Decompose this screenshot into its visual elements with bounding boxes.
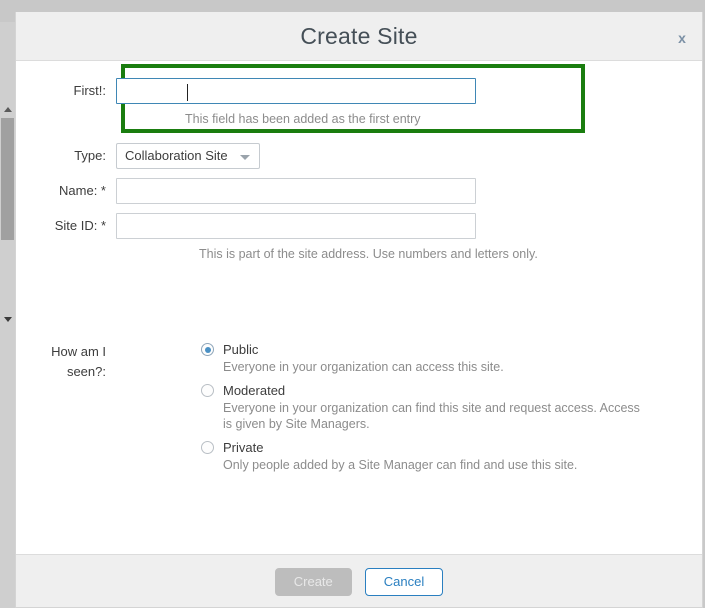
field-row-type: Type: Collaboration Site	[16, 143, 260, 169]
radio-public-label[interactable]: Public	[223, 342, 258, 357]
visibility-group-label: How am I seen?:	[51, 344, 106, 379]
type-select[interactable]: Collaboration Site	[116, 143, 260, 169]
close-icon[interactable]: x	[672, 28, 692, 48]
text-caret	[187, 84, 188, 101]
site-id-field-hint: This is part of the site address. Use nu…	[199, 247, 538, 261]
page-title: Create Site	[300, 23, 418, 49]
dialog-body: First!: This field has been added as the…	[16, 61, 702, 554]
name-field-label: Name: *	[59, 183, 106, 198]
chevron-down-icon	[240, 155, 250, 160]
page-scrollbar-vertical[interactable]	[0, 22, 16, 608]
name-input[interactable]	[116, 178, 476, 204]
dialog-header: Create Site x	[16, 12, 702, 61]
create-button[interactable]: Create	[274, 567, 352, 596]
radio-option-public[interactable]: Public Everyone in your organization can…	[201, 342, 651, 375]
scroll-down-arrow-icon[interactable]	[0, 312, 15, 327]
field-row-first: First!:	[16, 78, 476, 104]
site-id-input[interactable]	[116, 213, 476, 239]
radio-private-icon[interactable]	[201, 441, 214, 454]
cancel-button[interactable]: Cancel	[364, 567, 444, 596]
radio-public-description: Everyone in your organization can access…	[223, 360, 504, 374]
field-row-site-id: Site ID: *	[16, 213, 476, 239]
first-field-label: First!:	[73, 83, 107, 98]
radio-option-moderated[interactable]: Moderated Everyone in your organization …	[201, 383, 651, 432]
radio-moderated-icon[interactable]	[201, 384, 214, 397]
site-id-field-label: Site ID: *	[54, 218, 106, 233]
scroll-up-arrow-icon[interactable]	[0, 102, 15, 117]
first-field-hint: This field has been added as the first e…	[185, 112, 421, 126]
radio-moderated-label[interactable]: Moderated	[223, 383, 285, 398]
radio-private-description: Only people added by a Site Manager can …	[223, 458, 578, 472]
radio-moderated-description: Everyone in your organization can find t…	[223, 401, 640, 431]
radio-public-icon[interactable]	[201, 343, 214, 356]
dialog-footer: Create Cancel	[16, 554, 702, 607]
scrollbar-thumb[interactable]	[1, 118, 14, 240]
type-field-label: Type:	[74, 148, 106, 163]
create-site-dialog: Create Site x First!: This field has bee…	[15, 12, 703, 608]
type-select-value: Collaboration Site	[125, 148, 228, 163]
radio-private-label[interactable]: Private	[223, 440, 263, 455]
first-input[interactable]	[116, 78, 476, 104]
field-row-name: Name: *	[16, 178, 476, 204]
radio-option-private[interactable]: Private Only people added by a Site Mana…	[201, 440, 651, 473]
